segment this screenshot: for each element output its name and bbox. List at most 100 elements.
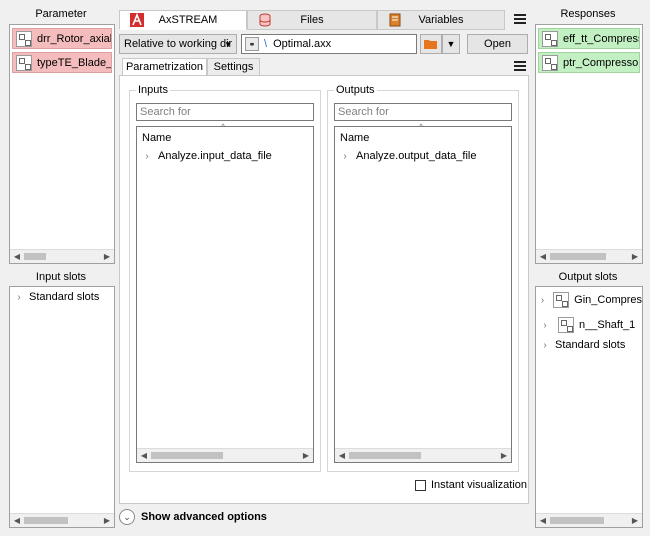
output-slots-hscrollbar[interactable]: ◀ ▶ [536,513,642,527]
inputs-title: Inputs [136,84,170,96]
inputs-tree[interactable]: ^ Name › Analyze.input_data_file ◀ ▶ [136,122,314,463]
output-slot-icon [558,317,574,333]
inputs-search-input[interactable]: Search for [136,103,314,121]
inputs-tree-item[interactable]: › Analyze.input_data_file [137,146,313,166]
outputs-search-placeholder: Search for [338,106,389,118]
scroll-left-icon[interactable]: ◀ [10,250,24,263]
outputs-hscrollbar[interactable]: ◀ ▶ [335,448,511,462]
scroll-right-icon[interactable]: ▶ [299,449,313,462]
output-slot-label: Gin_Compres [574,294,642,306]
show-advanced-toggle[interactable]: ⌄ Show advanced options [119,509,267,525]
chevron-down-icon: ▼ [224,39,232,49]
path-mode-select[interactable]: Relative to working dir ▼ [119,34,237,54]
open-button[interactable]: Open [467,34,528,54]
browse-dropdown-button[interactable]: ▼ [442,34,460,54]
output-slot-label: n__Shaft_1 [579,319,636,331]
outputs-item-label: Analyze.output_data_file [356,150,477,162]
scroll-thumb[interactable] [550,517,604,524]
response-icon [542,54,558,71]
browse-folder-button[interactable] [420,34,442,54]
subtab-parametrization[interactable]: Parametrization [122,58,207,76]
file-path-field[interactable]: ⚭ \ Optimal.axx [241,34,417,54]
input-slots-hscrollbar[interactable]: ◀ ▶ [10,513,114,527]
inputs-item-label: Analyze.input_data_file [158,150,272,162]
path-separator: \ [264,38,268,50]
chevron-down-circle-icon[interactable]: ⌄ [119,509,135,525]
chevron-right-icon[interactable]: › [338,151,352,162]
scroll-right-icon[interactable]: ▶ [497,449,511,462]
outputs-column-header[interactable]: Name [335,128,511,148]
scroll-right-icon[interactable]: ▶ [628,250,642,263]
outputs-tree-item[interactable]: › Analyze.output_data_file [335,146,511,166]
chevron-right-icon[interactable]: › [12,292,26,303]
tab-files-label: Files [300,14,324,26]
tab-variables-label: Variables [418,14,464,26]
instant-visualization-option[interactable]: Instant visualization [415,479,527,491]
variables-book-icon [389,13,401,27]
folder-icon [424,40,437,49]
output-slot-item[interactable]: › n__Shaft_1 [536,315,642,335]
inputs-hscrollbar[interactable]: ◀ ▶ [137,448,313,462]
scroll-left-icon[interactable]: ◀ [137,449,151,462]
chevron-down-icon: ▼ [446,39,456,49]
input-slot-label: Standard slots [29,291,100,303]
axstream-logo-icon [130,13,144,27]
responses-hscrollbar[interactable]: ◀ ▶ [536,249,642,263]
inputs-column-header[interactable]: Name [137,128,313,148]
panel-menu-icon[interactable] [514,61,526,71]
link-icon: ⚭ [245,37,259,51]
scroll-left-icon[interactable]: ◀ [536,514,550,527]
scroll-thumb[interactable] [24,517,68,524]
instant-visualization-checkbox[interactable] [415,479,426,491]
chevron-right-icon[interactable]: › [538,295,547,306]
outputs-search-input[interactable]: Search for [334,103,512,121]
parameter-list[interactable]: drr_Rotor_axial_u typeTE_Blade_Ro ◀ ▶ [9,24,115,264]
scroll-thumb[interactable] [550,253,606,260]
chevron-right-icon[interactable]: › [538,340,552,351]
input-slot-item[interactable]: › Standard slots [10,287,114,307]
tab-files[interactable]: Files [247,10,377,30]
output-slot-item[interactable]: › Standard slots [536,335,642,355]
response-item[interactable]: ptr_Compressor_ [538,52,640,73]
chevron-right-icon[interactable]: › [140,151,154,162]
main-menu-icon[interactable] [514,14,526,24]
tab-axstream[interactable]: AxSTREAM [119,10,247,30]
responses-panel-title: Responses [560,8,616,20]
scroll-right-icon[interactable]: ▶ [100,514,114,527]
response-label: ptr_Compressor_ [563,56,640,69]
file-name-value: Optimal.axx [273,38,332,50]
chevron-right-icon[interactable]: › [538,320,552,331]
response-item[interactable]: eff_tt_Compresso [538,28,640,49]
scroll-left-icon[interactable]: ◀ [335,449,349,462]
scroll-thumb[interactable] [151,452,223,459]
responses-list[interactable]: eff_tt_Compresso ptr_Compressor_ ◀ ▶ [535,24,643,264]
tab-variables[interactable]: Variables [377,10,505,30]
output-slot-label: Standard slots [555,339,626,351]
scroll-left-icon[interactable]: ◀ [536,250,550,263]
parameter-panel-title: Parameter [35,8,87,20]
input-slots-list[interactable]: › Standard slots ◀ ▶ [9,286,115,528]
parameter-icon [16,30,32,47]
output-slot-icon [553,292,570,308]
parameter-item[interactable]: typeTE_Blade_Ro [12,52,112,73]
inputs-search-placeholder: Search for [140,106,191,118]
output-slot-item[interactable]: › Gin_Compres [536,290,642,310]
tab-axstream-label: AxSTREAM [158,14,218,26]
output-slots-list[interactable]: › Gin_Compres › n__Shaft_1 › Standard sl… [535,286,643,528]
response-icon [542,30,558,47]
parameter-label: drr_Rotor_axial_u [37,32,112,45]
scroll-left-icon[interactable]: ◀ [10,514,24,527]
parameter-item[interactable]: drr_Rotor_axial_u [12,28,112,49]
scroll-thumb[interactable] [349,452,421,459]
response-label: eff_tt_Compresso [563,32,639,45]
scroll-right-icon[interactable]: ▶ [100,250,114,263]
scroll-right-icon[interactable]: ▶ [628,514,642,527]
input-slots-title: Input slots [35,271,87,283]
scroll-thumb[interactable] [24,253,46,260]
outputs-tree[interactable]: ^ Name › Analyze.output_data_file ◀ ▶ [334,122,512,463]
subtab-settings[interactable]: Settings [207,58,260,76]
outputs-title: Outputs [334,84,377,96]
parameter-list-hscrollbar[interactable]: ◀ ▶ [10,249,114,263]
instant-visualization-label: Instant visualization [431,479,527,491]
database-icon [259,13,271,27]
